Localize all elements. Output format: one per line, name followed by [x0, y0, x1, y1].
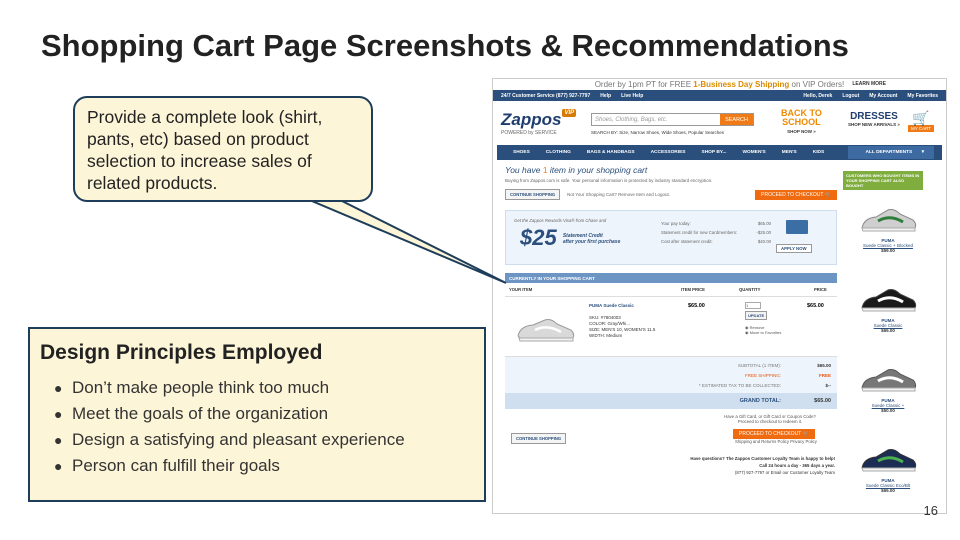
design-principles-box: Design Principles Employed ● Don’t make p…: [28, 327, 486, 502]
bullet-icon: ●: [54, 380, 63, 396]
callout-box: Provide a complete look (shirt, pants, e…: [73, 96, 373, 202]
bullet-icon: ●: [54, 406, 63, 422]
principle-item: ● Design a satisfying and pleasant experi…: [40, 427, 474, 453]
principle-item: ● Don’t make people think too much: [40, 375, 474, 401]
callout-text: Provide a complete look (shirt, pants, e…: [87, 107, 323, 193]
principle-item: ● Meet the goals of the organization: [40, 401, 474, 427]
principles-heading: Design Principles Employed: [40, 341, 323, 364]
principle-item: ● Person can fulfill their goals: [40, 453, 474, 479]
principles-list: ● Don’t make people think too much ● Meet …: [40, 375, 474, 479]
bullet-icon: ●: [54, 432, 63, 448]
bullet-icon: ●: [54, 458, 63, 474]
